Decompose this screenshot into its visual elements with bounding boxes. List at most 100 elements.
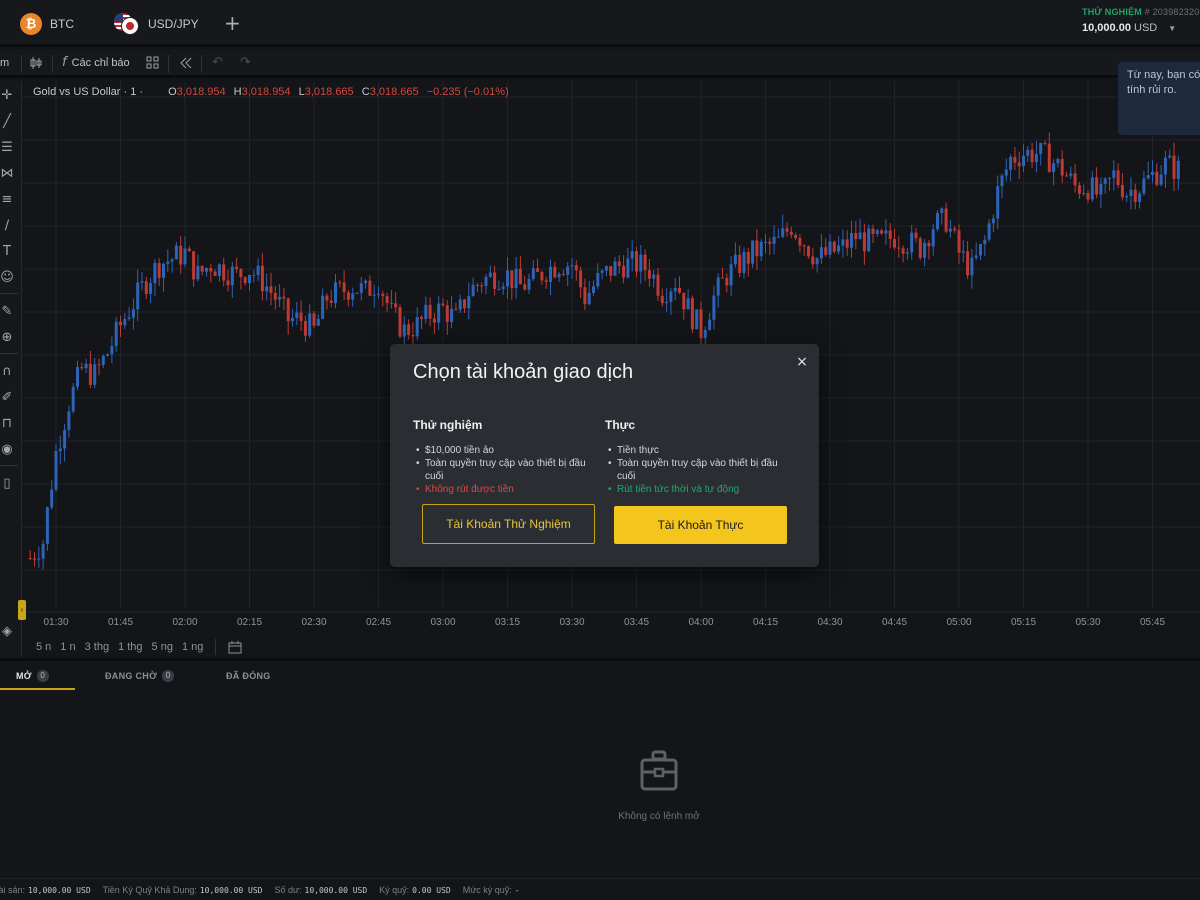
candle-body bbox=[686, 298, 690, 310]
candle-body bbox=[953, 228, 957, 231]
eye-icon[interactable]: ◉ bbox=[0, 441, 14, 459]
timeframe-3thg[interactable]: 3 thg bbox=[85, 641, 109, 653]
asset-tab-btc[interactable]: ₿ BTC bbox=[20, 0, 74, 47]
candle-body bbox=[751, 240, 755, 264]
chart-legend: Gold vs US Dollar · 1 · O3,018.954 H3,01… bbox=[33, 86, 509, 98]
orders-tabs: MỞ 0 ĐANG CHỜ 0 ĐÃ ĐÓNG bbox=[0, 661, 1200, 691]
time-tick-label: 01:45 bbox=[108, 617, 133, 628]
candle-body bbox=[1120, 185, 1124, 198]
candle-body bbox=[239, 269, 243, 278]
lock-drawing-icon[interactable]: ✐ bbox=[0, 389, 14, 407]
ruler-icon[interactable]: ✎ bbox=[0, 303, 14, 321]
collapse-toolbar-handle[interactable]: ‹ bbox=[18, 600, 26, 620]
undo-icon: ↶ bbox=[212, 55, 223, 70]
fib-icon[interactable]: ≡ bbox=[0, 191, 14, 209]
candle-body bbox=[1069, 173, 1073, 176]
zoom-icon[interactable]: ⊕ bbox=[0, 329, 14, 347]
candle-body bbox=[286, 298, 290, 322]
candle-body bbox=[858, 232, 862, 240]
candle-body bbox=[312, 313, 316, 326]
timeframe-5ng[interactable]: 5 ng bbox=[152, 641, 173, 653]
candle-body bbox=[506, 270, 509, 287]
emoji-icon[interactable]: ☺ bbox=[0, 269, 14, 287]
trash-icon[interactable]: ▯ bbox=[0, 475, 14, 493]
candle-body bbox=[561, 273, 565, 275]
tab-closed-orders[interactable]: ĐÃ ĐÓNG bbox=[226, 661, 271, 691]
candle-body bbox=[1017, 162, 1021, 167]
timeframe-1thg[interactable]: 1 thg bbox=[118, 641, 142, 653]
candle-body bbox=[217, 264, 221, 276]
timeframe-1ng[interactable]: 1 ng bbox=[182, 641, 203, 653]
candle-body bbox=[84, 363, 88, 369]
candle-body bbox=[248, 275, 251, 284]
layers-icon[interactable]: ◈ bbox=[0, 623, 14, 641]
add-tab-icon[interactable]: + bbox=[224, 11, 241, 35]
candle-body bbox=[622, 265, 626, 278]
info-tooltip: Từ nay, bạn có t tính rủi ro. bbox=[1118, 62, 1200, 135]
redo-button[interactable]: ↷ bbox=[240, 55, 251, 70]
balance-value: 10,000.00 USD bbox=[304, 885, 368, 895]
trend-line-icon[interactable]: ╱ bbox=[0, 113, 14, 131]
candle-body bbox=[488, 272, 492, 277]
layout-button[interactable] bbox=[146, 56, 159, 69]
candle-body bbox=[196, 265, 200, 280]
candle-body bbox=[1146, 175, 1150, 179]
candle-body bbox=[652, 274, 656, 279]
candle-body bbox=[527, 278, 531, 290]
candle-body bbox=[579, 270, 583, 288]
candle-body bbox=[729, 264, 733, 286]
candle-body bbox=[1142, 178, 1146, 194]
candle-body bbox=[101, 355, 105, 365]
undo-button[interactable]: ↶ bbox=[212, 55, 223, 70]
candle-type-button[interactable] bbox=[29, 56, 43, 70]
text-icon[interactable]: T bbox=[0, 243, 14, 261]
candle-body bbox=[910, 232, 914, 253]
tab-pending-orders[interactable]: ĐANG CHỜ 0 bbox=[105, 661, 175, 691]
candles-icon bbox=[30, 56, 42, 69]
calendar-icon[interactable] bbox=[228, 640, 242, 654]
account-id: # 203982320 bbox=[1144, 7, 1200, 17]
timeframe-1n[interactable]: 1 n bbox=[60, 641, 75, 653]
candle-body bbox=[936, 213, 939, 230]
candle-body bbox=[222, 264, 226, 281]
candle-body bbox=[544, 280, 548, 282]
magnet-icon[interactable]: ∩ bbox=[0, 363, 14, 381]
candle-body bbox=[673, 287, 677, 292]
horizontal-lines-icon[interactable]: ☰ bbox=[0, 139, 14, 157]
candle-body bbox=[1073, 173, 1077, 186]
indicators-button[interactable]: f Các chỉ báo bbox=[62, 55, 130, 70]
candle-body bbox=[991, 218, 995, 224]
crosshair-icon[interactable]: ✛ bbox=[0, 87, 14, 105]
brush-icon[interactable]: ∕ bbox=[0, 217, 14, 235]
asset-tab-usdjpy[interactable]: USD/JPY bbox=[114, 0, 199, 47]
demo-account-button[interactable]: Tài Khoản Thử Nghiệm bbox=[422, 504, 595, 544]
candle-body bbox=[944, 208, 948, 232]
real-account-button[interactable]: Tài Khoản Thực bbox=[614, 506, 787, 544]
candle-body bbox=[798, 237, 802, 246]
chevron-down-icon: ▼ bbox=[1168, 24, 1177, 33]
candle-body bbox=[325, 295, 329, 301]
candle-body bbox=[252, 274, 256, 276]
interval-button[interactable]: m bbox=[0, 57, 9, 69]
candle-body bbox=[888, 230, 892, 239]
replay-button[interactable] bbox=[179, 57, 193, 69]
tab-open-orders[interactable]: MỞ 0 bbox=[16, 661, 49, 691]
pattern-icon[interactable]: ⋈ bbox=[0, 165, 14, 183]
lock-icon[interactable]: ⊓ bbox=[0, 415, 14, 433]
high-value: 3,018.954 bbox=[241, 86, 291, 98]
close-icon[interactable]: × bbox=[795, 355, 809, 369]
candle-body bbox=[1138, 193, 1142, 202]
candle-body bbox=[807, 246, 810, 257]
account-selector[interactable]: THỬ NGHIỆM # 203982320 10,000.00 USD ▼ bbox=[1082, 7, 1200, 34]
time-tick-label: 01:30 bbox=[43, 617, 68, 628]
count-badge: 0 bbox=[162, 670, 175, 682]
candle-body bbox=[398, 307, 402, 337]
candle-body bbox=[1125, 196, 1129, 198]
timeframe-5n[interactable]: 5 n bbox=[36, 641, 51, 653]
candle-body bbox=[914, 232, 918, 239]
candle-body bbox=[574, 265, 578, 271]
candle-body bbox=[746, 252, 750, 264]
candle-body bbox=[966, 251, 970, 276]
time-tick-label: 03:15 bbox=[495, 617, 520, 628]
candle-body bbox=[415, 317, 419, 337]
